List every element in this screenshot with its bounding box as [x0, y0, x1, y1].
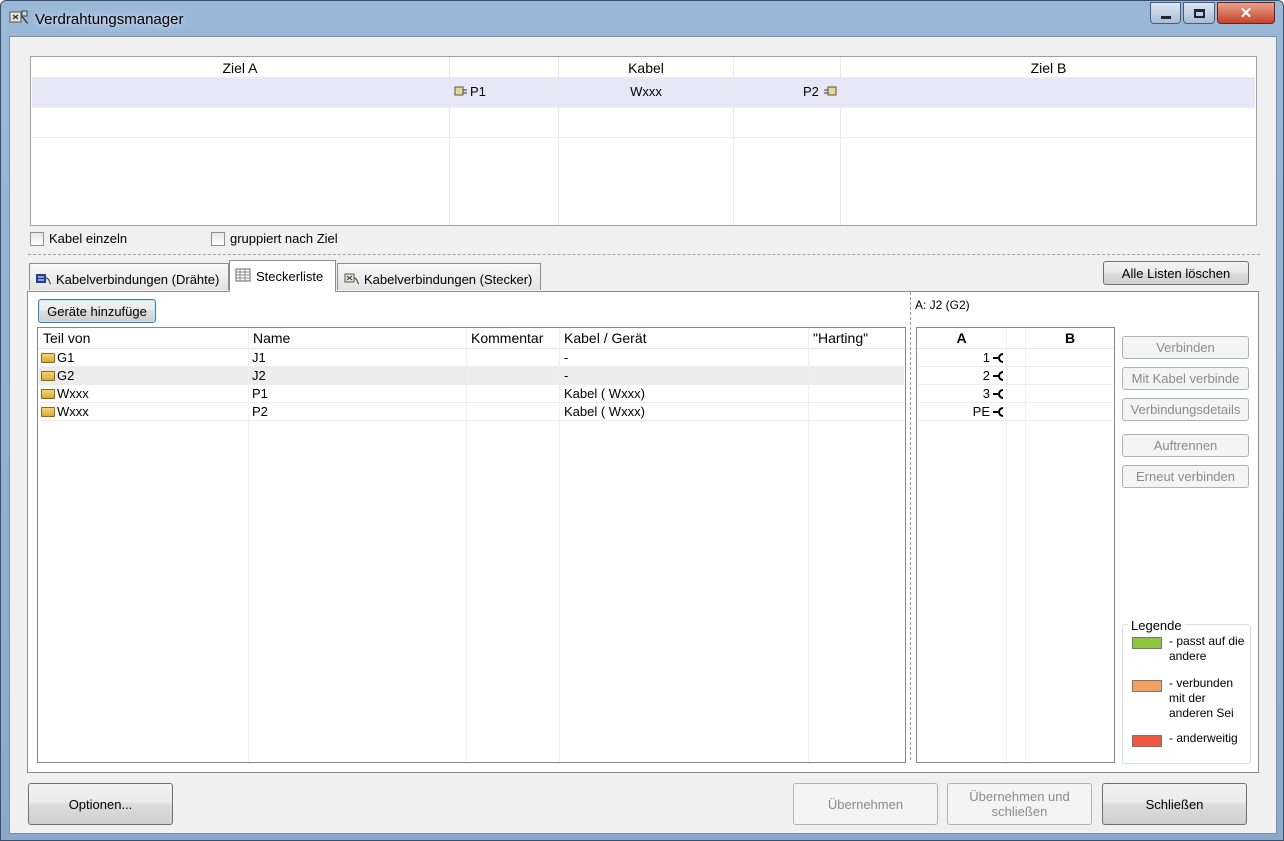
header-harting[interactable]: "Harting": [813, 328, 868, 348]
pin-label: 3: [982, 386, 990, 401]
auftrennen-button[interactable]: Auftrennen: [1122, 434, 1249, 457]
gruppiert-checkbox[interactable]: [211, 232, 225, 246]
pin-plug-icon: [993, 371, 1004, 381]
cell-name: P2: [252, 404, 268, 419]
legend-text: - anderweitig: [1169, 731, 1238, 745]
table-row[interactable]: [39, 349, 904, 367]
legend: Legende - passt auf die andere - verbund…: [1122, 618, 1251, 764]
maximize-button[interactable]: [1183, 2, 1215, 24]
cable-overview-grid[interactable]: Ziel A Kabel Ziel B P1 Wxxx P2: [30, 56, 1257, 226]
cell-teil: Wxxx: [57, 404, 89, 419]
minimize-button[interactable]: [1150, 2, 1181, 24]
header-kabel-geraet[interactable]: Kabel / Gerät: [564, 328, 647, 348]
connector-icon: [344, 273, 360, 285]
close-button[interactable]: ✕: [1217, 2, 1275, 24]
cell-kabel: Kabel ( Wxxx): [564, 404, 645, 419]
erneut-verbinden-button[interactable]: Erneut verbinden: [1122, 465, 1249, 488]
header-ziel-a[interactable]: Ziel A: [31, 57, 449, 78]
connector-list[interactable]: Teil von Name Kommentar Kabel / Gerät "H…: [37, 327, 906, 763]
optionen-button[interactable]: Optionen...: [28, 783, 173, 825]
cable-name: Wxxx: [630, 84, 662, 99]
mit-kabel-verbinden-button[interactable]: Mit Kabel verbinde: [1122, 367, 1249, 390]
pin-list[interactable]: A B 1 2 3 PE: [916, 327, 1115, 763]
window-title: Verdrahtungsmanager: [35, 11, 184, 28]
kabel-einzeln-label: Kabel einzeln: [49, 231, 128, 246]
uebernehmen-und-schliessen-button[interactable]: Übernehmen und schließen: [947, 783, 1092, 825]
cell-kabel: -: [564, 350, 569, 365]
verbindungsdetails-button[interactable]: Verbindungsdetails: [1122, 398, 1249, 421]
header-kommentar[interactable]: Kommentar: [471, 328, 543, 348]
pin-plug-icon: [993, 407, 1004, 417]
table-row[interactable]: [39, 403, 904, 421]
legend-swatch-orange: [1132, 680, 1162, 692]
cell-teil: G1: [57, 350, 75, 365]
cell-name: P1: [252, 386, 268, 401]
main-window: Verdrahtungsmanager ✕ Ziel A Kabel Ziel …: [0, 0, 1284, 841]
tab-kabelverbindungen-draehte[interactable]: Kabelverbindungen (Drähte): [29, 263, 229, 290]
left-pin: P1: [470, 84, 486, 99]
cell-name: J1: [252, 350, 266, 365]
header-b[interactable]: B: [1026, 328, 1114, 348]
cell-kabel: -: [564, 368, 569, 383]
header-kabel[interactable]: Kabel: [559, 57, 733, 78]
uebernehmen-button[interactable]: Übernehmen: [793, 783, 938, 825]
splitter[interactable]: [28, 254, 1260, 255]
legend-text: - passt auf die andere: [1169, 634, 1245, 663]
title-bar[interactable]: Verdrahtungsmanager ✕: [1, 1, 1283, 35]
add-devices-button[interactable]: Geräte hinzufüge: [38, 299, 156, 323]
folder-icon: [41, 371, 55, 381]
cell-teil: Wxxx: [57, 386, 89, 401]
folder-icon: [41, 389, 55, 399]
header-teil-von[interactable]: Teil von: [43, 328, 90, 348]
tab-label: Kabelverbindungen (Drähte): [56, 272, 220, 287]
tab-kabelverbindungen-stecker[interactable]: Kabelverbindungen (Stecker): [337, 263, 541, 290]
wire-icon: [36, 274, 52, 285]
tab-label: Kabelverbindungen (Stecker): [364, 272, 533, 287]
tab-steckerliste[interactable]: Steckerliste: [229, 260, 336, 292]
tab-label: Steckerliste: [256, 269, 324, 284]
pin-plug-icon: [993, 353, 1004, 363]
schliessen-button[interactable]: Schließen: [1102, 783, 1247, 825]
wiring-manager-icon: [9, 10, 29, 24]
legend-swatch-green: [1132, 637, 1162, 649]
dialog-body: Ziel A Kabel Ziel B P1 Wxxx P2 Kabel ein…: [9, 36, 1277, 834]
maximize-icon: [1193, 8, 1205, 18]
kabel-einzeln-checkbox[interactable]: [30, 232, 44, 246]
table-row[interactable]: [39, 367, 904, 385]
table-icon: [235, 268, 251, 282]
right-pin: P2: [803, 84, 819, 99]
gruppiert-label: gruppiert nach Ziel: [230, 231, 338, 246]
table-row[interactable]: [39, 385, 904, 403]
legend-swatch-red: [1132, 735, 1162, 747]
legend-title: Legende: [1128, 618, 1185, 633]
panel-splitter[interactable]: [910, 292, 911, 760]
header-ziel-b[interactable]: Ziel B: [841, 57, 1256, 78]
header-name[interactable]: Name: [253, 328, 290, 348]
plug-right-icon: [824, 86, 837, 96]
cell-name: J2: [252, 368, 266, 383]
minimize-icon: [1160, 15, 1171, 19]
legend-text: - verbunden mit der anderen Sei: [1169, 676, 1234, 720]
pin-label: PE: [972, 404, 990, 419]
folder-icon: [41, 407, 55, 417]
cell-teil: G2: [57, 368, 75, 383]
pin-plug-icon: [993, 389, 1004, 399]
folder-icon: [41, 353, 55, 363]
header-a[interactable]: A: [917, 328, 1006, 348]
cell-kabel: Kabel ( Wxxx): [564, 386, 645, 401]
verbinden-button[interactable]: Verbinden: [1122, 336, 1249, 359]
close-icon: ✕: [1239, 5, 1253, 22]
plug-left-icon: [454, 86, 467, 96]
pin-panel-caption: A: J2 (G2): [915, 298, 970, 312]
pin-label: 2: [982, 368, 990, 383]
pin-label: 1: [982, 350, 990, 365]
clear-lists-button[interactable]: Alle Listen löschen: [1103, 261, 1249, 285]
